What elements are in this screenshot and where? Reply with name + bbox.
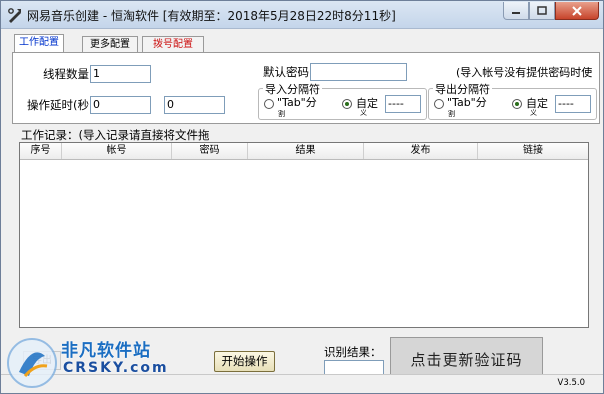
export-tab-label-sub: 割	[448, 110, 455, 118]
column-header-index[interactable]: 序号	[20, 143, 62, 159]
title-bar[interactable]: 网易音乐创建 - 恒淘软件 [有效期至：2018年5月28日22时8分11秒]	[1, 1, 603, 29]
import-custom-label-sub: 义	[360, 109, 367, 117]
work-log-header: 序号 帐号 密码 结果 发布 链接	[20, 143, 588, 160]
column-header-result[interactable]: 结果	[248, 143, 364, 159]
import-tab-label: "Tab"分	[277, 96, 317, 109]
column-header-publish[interactable]: 发布	[364, 143, 478, 159]
export-custom-radio[interactable]	[512, 99, 522, 109]
default-password-note: (导入帐号没有提供密码时使	[456, 66, 593, 79]
tab-dial-config[interactable]: 拨号配置	[142, 36, 204, 52]
threads-input[interactable]: 1	[90, 65, 151, 83]
delay-min-input[interactable]: 0	[90, 96, 151, 114]
watermark-logo-icon	[7, 338, 57, 388]
default-password-label: 默认密码	[263, 65, 309, 79]
delay-max-input[interactable]: 0	[164, 96, 225, 114]
close-icon	[572, 5, 582, 16]
minimize-button[interactable]	[503, 2, 529, 20]
app-window: 网易音乐创建 - 恒淘软件 [有效期至：2018年5月28日22时8分11秒] …	[0, 0, 604, 394]
import-tab-radio[interactable]	[264, 99, 274, 109]
close-button[interactable]	[555, 2, 599, 20]
column-header-account[interactable]: 帐号	[62, 143, 172, 159]
default-password-input[interactable]	[310, 63, 407, 81]
version-label: V3.5.0	[557, 378, 585, 388]
watermark: 非凡软件站 CRSKY.com	[5, 334, 167, 392]
column-header-link[interactable]: 链接	[478, 143, 588, 159]
watermark-subtitle: CRSKY.com	[63, 360, 169, 376]
refresh-captcha-button[interactable]: 点击更新验证码	[390, 337, 543, 377]
tab-work-config[interactable]: 工作配置	[14, 34, 64, 53]
export-custom-label-sub: 义	[530, 109, 537, 117]
import-custom-radio[interactable]	[342, 99, 352, 109]
column-header-password[interactable]: 密码	[172, 143, 248, 159]
export-custom-input[interactable]: ----	[555, 95, 591, 113]
maximize-button[interactable]	[529, 2, 555, 20]
app-icon	[8, 8, 21, 23]
import-tab-label-sub: 割	[278, 110, 285, 118]
recognition-label: 识别结果：	[324, 345, 382, 359]
work-log-label: 工作记录：(导入记录请直接将文件拖	[21, 128, 210, 142]
watermark-title: 非凡软件站	[61, 341, 151, 361]
export-tab-radio[interactable]	[434, 99, 444, 109]
import-custom-input[interactable]: ----	[385, 95, 421, 113]
tab-more-config[interactable]: 更多配置	[82, 36, 138, 52]
minimize-icon	[512, 11, 520, 14]
maximize-icon	[537, 6, 547, 15]
work-log-table[interactable]: 序号 帐号 密码 结果 发布 链接	[19, 142, 589, 328]
threads-label: 线程数量	[43, 67, 89, 81]
start-button[interactable]: 开始操作	[214, 351, 275, 372]
window-title: 网易音乐创建 - 恒淘软件 [有效期至：2018年5月28日22时8分11秒]	[27, 9, 396, 23]
delay-label: 操作延时(秒)	[27, 98, 94, 112]
export-tab-label: "Tab"分	[447, 96, 487, 109]
